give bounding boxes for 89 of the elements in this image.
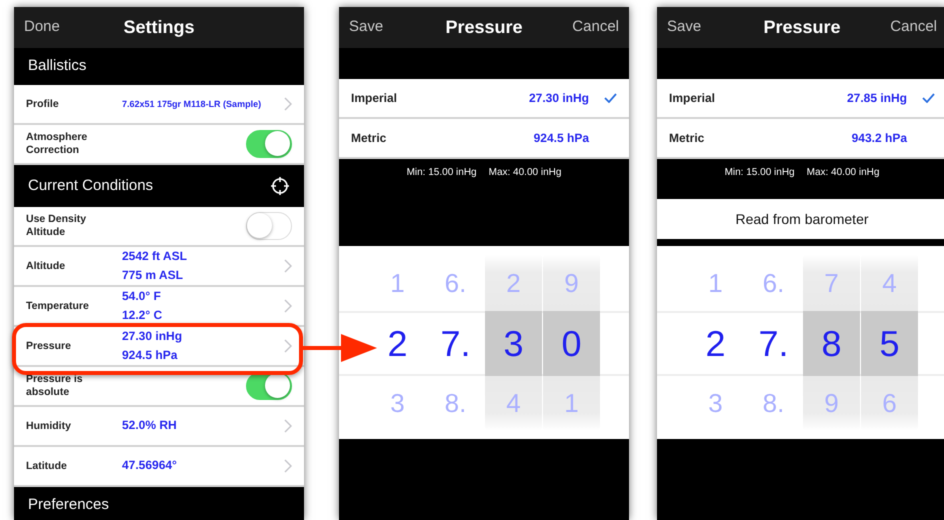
unit-option[interactable]: Imperial 27.85 inHg — [657, 79, 944, 119]
cancel-button[interactable]: Cancel — [890, 16, 937, 39]
limit-text: Max: 40.00 inHg — [488, 166, 562, 180]
row-label: Use Density Altitude — [26, 213, 88, 239]
picker-digit: 1 — [707, 267, 724, 300]
picker-wheel[interactable]: 4 5 6 — [861, 254, 918, 431]
section-title: Ballistics — [28, 56, 86, 76]
row-value: 7.62x51 175gr M118-LR (Sample) — [122, 98, 262, 111]
chevron-icon — [284, 339, 292, 353]
picker-wheel[interactable]: 2 3 4 — [485, 254, 542, 431]
selected-digit: 8 — [803, 311, 860, 376]
picker-digit: 1 — [389, 267, 406, 300]
selected-digit: 7. — [757, 322, 790, 366]
unit-option[interactable]: Metric 943.2 hPa — [657, 119, 944, 159]
settings-row[interactable]: Altitude 2542 ft ASL 775 m ASL — [14, 247, 304, 287]
row-value: 47.56964° — [122, 457, 178, 474]
picker-digit: 6. — [762, 267, 786, 300]
unit-label: Metric — [351, 130, 388, 147]
picker-digit: 8. — [762, 387, 786, 420]
unit-value: 943.2 hPa — [852, 130, 907, 147]
screen-title: Pressure — [445, 16, 523, 39]
cancel-button[interactable]: Cancel — [572, 16, 619, 39]
picker-digit: 3 — [389, 387, 406, 420]
selected-digit: 2 — [704, 322, 727, 366]
screen-title: Settings — [123, 16, 194, 39]
settings-row[interactable]: Profile 7.62x51 175gr M118-LR (Sample) — [14, 85, 304, 125]
picker-wheel[interactable]: 7 8 9 — [803, 254, 860, 431]
unit-option[interactable]: Imperial 27.30 inHg — [339, 79, 629, 119]
row-label: Profile — [26, 98, 60, 110]
read-barometer-button[interactable]: Read from barometer — [657, 199, 944, 239]
selected-digit: 0 — [543, 311, 600, 376]
chevron-icon — [284, 459, 292, 473]
picker-digit: 3 — [707, 387, 724, 420]
chevron-icon — [284, 299, 292, 313]
picker-digit: 9 — [823, 387, 840, 420]
section-title: Current Conditions — [28, 176, 154, 196]
selected-digit: 7. — [439, 322, 472, 366]
row-label: Humidity — [26, 420, 72, 432]
row-label: Atmosphere Correction — [26, 131, 88, 157]
nav-left-button[interactable]: Save — [667, 16, 702, 39]
picker-digit: 1 — [563, 387, 580, 420]
row-label: Pressure is absolute — [26, 373, 84, 399]
row-value: 2542 ft ASL — [122, 248, 188, 265]
toggle-switch[interactable] — [246, 212, 292, 240]
settings-row[interactable]: Latitude 47.56964° — [14, 447, 304, 487]
row-value: 54.0° F — [122, 288, 162, 305]
picker-digit: 8. — [444, 387, 468, 420]
row-value: 52.0% RH — [122, 417, 178, 434]
unit-label: Imperial — [351, 90, 398, 107]
picker-digit: 6. — [444, 267, 468, 300]
selected-digit: 5 — [861, 311, 918, 376]
unit-label: Imperial — [669, 90, 716, 107]
picker-digit: 4 — [881, 267, 898, 300]
limit-text: Min: 15.00 inHg — [724, 166, 795, 180]
screen-title: Pressure — [763, 16, 841, 39]
selected-digit: 3 — [485, 311, 542, 376]
section-title: Preferences — [28, 495, 109, 516]
picker-wheel[interactable]: 9 0 1 — [543, 254, 600, 431]
chevron-icon — [284, 97, 292, 111]
chevron-icon — [284, 259, 292, 273]
row-value: 775 m ASL — [122, 267, 184, 284]
row-value: 924.5 hPa — [122, 347, 178, 364]
row-label: Pressure — [26, 340, 72, 352]
limit-text: Min: 15.00 inHg — [406, 166, 477, 180]
settings-row[interactable]: Pressure 27.30 inHg 924.5 hPa — [14, 327, 304, 367]
unit-value: 27.85 inHg — [846, 90, 907, 107]
unit-value: 27.30 inHg — [528, 90, 589, 107]
nav-left-button[interactable]: Save — [349, 16, 384, 39]
selected-digit: 2 — [386, 322, 409, 366]
settings-row[interactable]: Temperature 54.0° F 12.2° C — [14, 287, 304, 327]
settings-row[interactable]: Humidity 52.0% RH — [14, 407, 304, 447]
crosshair-icon[interactable] — [270, 176, 290, 196]
limit-text: Max: 40.00 inHg — [806, 166, 880, 180]
nav-left-button[interactable]: Done — [24, 16, 60, 39]
row-label: Altitude — [26, 260, 66, 272]
toggle-switch[interactable] — [246, 130, 292, 158]
row-value: 27.30 inHg — [122, 328, 184, 345]
unit-option[interactable]: Metric 924.5 hPa — [339, 119, 629, 159]
picker-digit: 6 — [881, 387, 898, 420]
unit-label: Metric — [669, 130, 706, 147]
row-label: Latitude — [26, 460, 68, 472]
picker-digit: 4 — [505, 387, 522, 420]
row-label: Temperature — [26, 300, 90, 312]
chevron-icon — [284, 419, 292, 433]
row-value: 12.2° C — [122, 307, 164, 324]
picker-digit: 7 — [823, 267, 840, 300]
picker-digit: 2 — [505, 267, 522, 300]
picker-digit: 9 — [563, 267, 580, 300]
unit-value: 924.5 hPa — [534, 130, 589, 147]
